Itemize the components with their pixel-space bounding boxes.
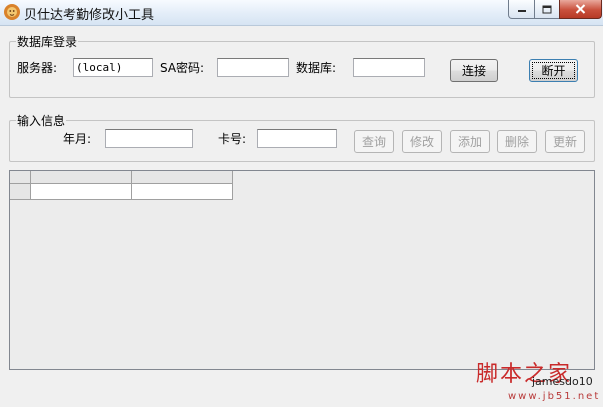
minimize-icon xyxy=(517,10,526,12)
modify-button[interactable]: 修改 xyxy=(402,130,442,153)
server-input[interactable]: (local) xyxy=(73,58,153,77)
db-login-group-title: 数据库登录 xyxy=(16,33,79,50)
database-label: 数据库: xyxy=(296,61,337,75)
card-number-input[interactable] xyxy=(257,129,337,148)
sa-password-input[interactable] xyxy=(217,58,289,77)
watermark-url: www.jb51.net xyxy=(508,391,601,402)
app-window: 贝仕达考勤修改小工具 数据库登录 服务器: (local) SA密码: 数据库:… xyxy=(0,0,603,407)
minimize-button[interactable] xyxy=(508,0,535,19)
update-button[interactable]: 更新 xyxy=(545,130,585,153)
grid-column-header[interactable] xyxy=(132,171,233,184)
input-info-group-title: 输入信息 xyxy=(16,112,67,129)
connect-button[interactable]: 连接 xyxy=(450,59,498,82)
watermark-username: jamesdo10 xyxy=(532,375,593,388)
server-label: 服务器: xyxy=(17,61,58,75)
close-button[interactable] xyxy=(559,0,602,19)
grid-corner-cell xyxy=(10,171,31,184)
year-month-input[interactable] xyxy=(105,129,193,148)
title-bar[interactable]: 贝仕达考勤修改小工具 xyxy=(0,0,603,26)
disconnect-button[interactable]: 断开 xyxy=(529,59,578,82)
maximize-button[interactable] xyxy=(534,0,560,19)
year-month-label: 年月: xyxy=(63,132,92,146)
delete-button[interactable]: 删除 xyxy=(497,130,537,153)
grid-cell[interactable] xyxy=(31,184,132,200)
grid-row-header[interactable] xyxy=(10,184,31,200)
window-title: 贝仕达考勤修改小工具 xyxy=(24,8,155,23)
close-icon xyxy=(575,4,586,14)
maximize-icon xyxy=(542,5,552,13)
add-button[interactable]: 添加 xyxy=(450,130,490,153)
grid-cell[interactable] xyxy=(132,184,233,200)
grid-column-header[interactable] xyxy=(31,171,132,184)
card-number-label: 卡号: xyxy=(218,132,247,146)
query-button[interactable]: 查询 xyxy=(354,130,394,153)
lion-app-icon xyxy=(4,4,20,20)
database-input[interactable] xyxy=(353,58,425,77)
data-grid[interactable] xyxy=(9,170,595,370)
sa-password-label: SA密码: xyxy=(160,61,205,75)
